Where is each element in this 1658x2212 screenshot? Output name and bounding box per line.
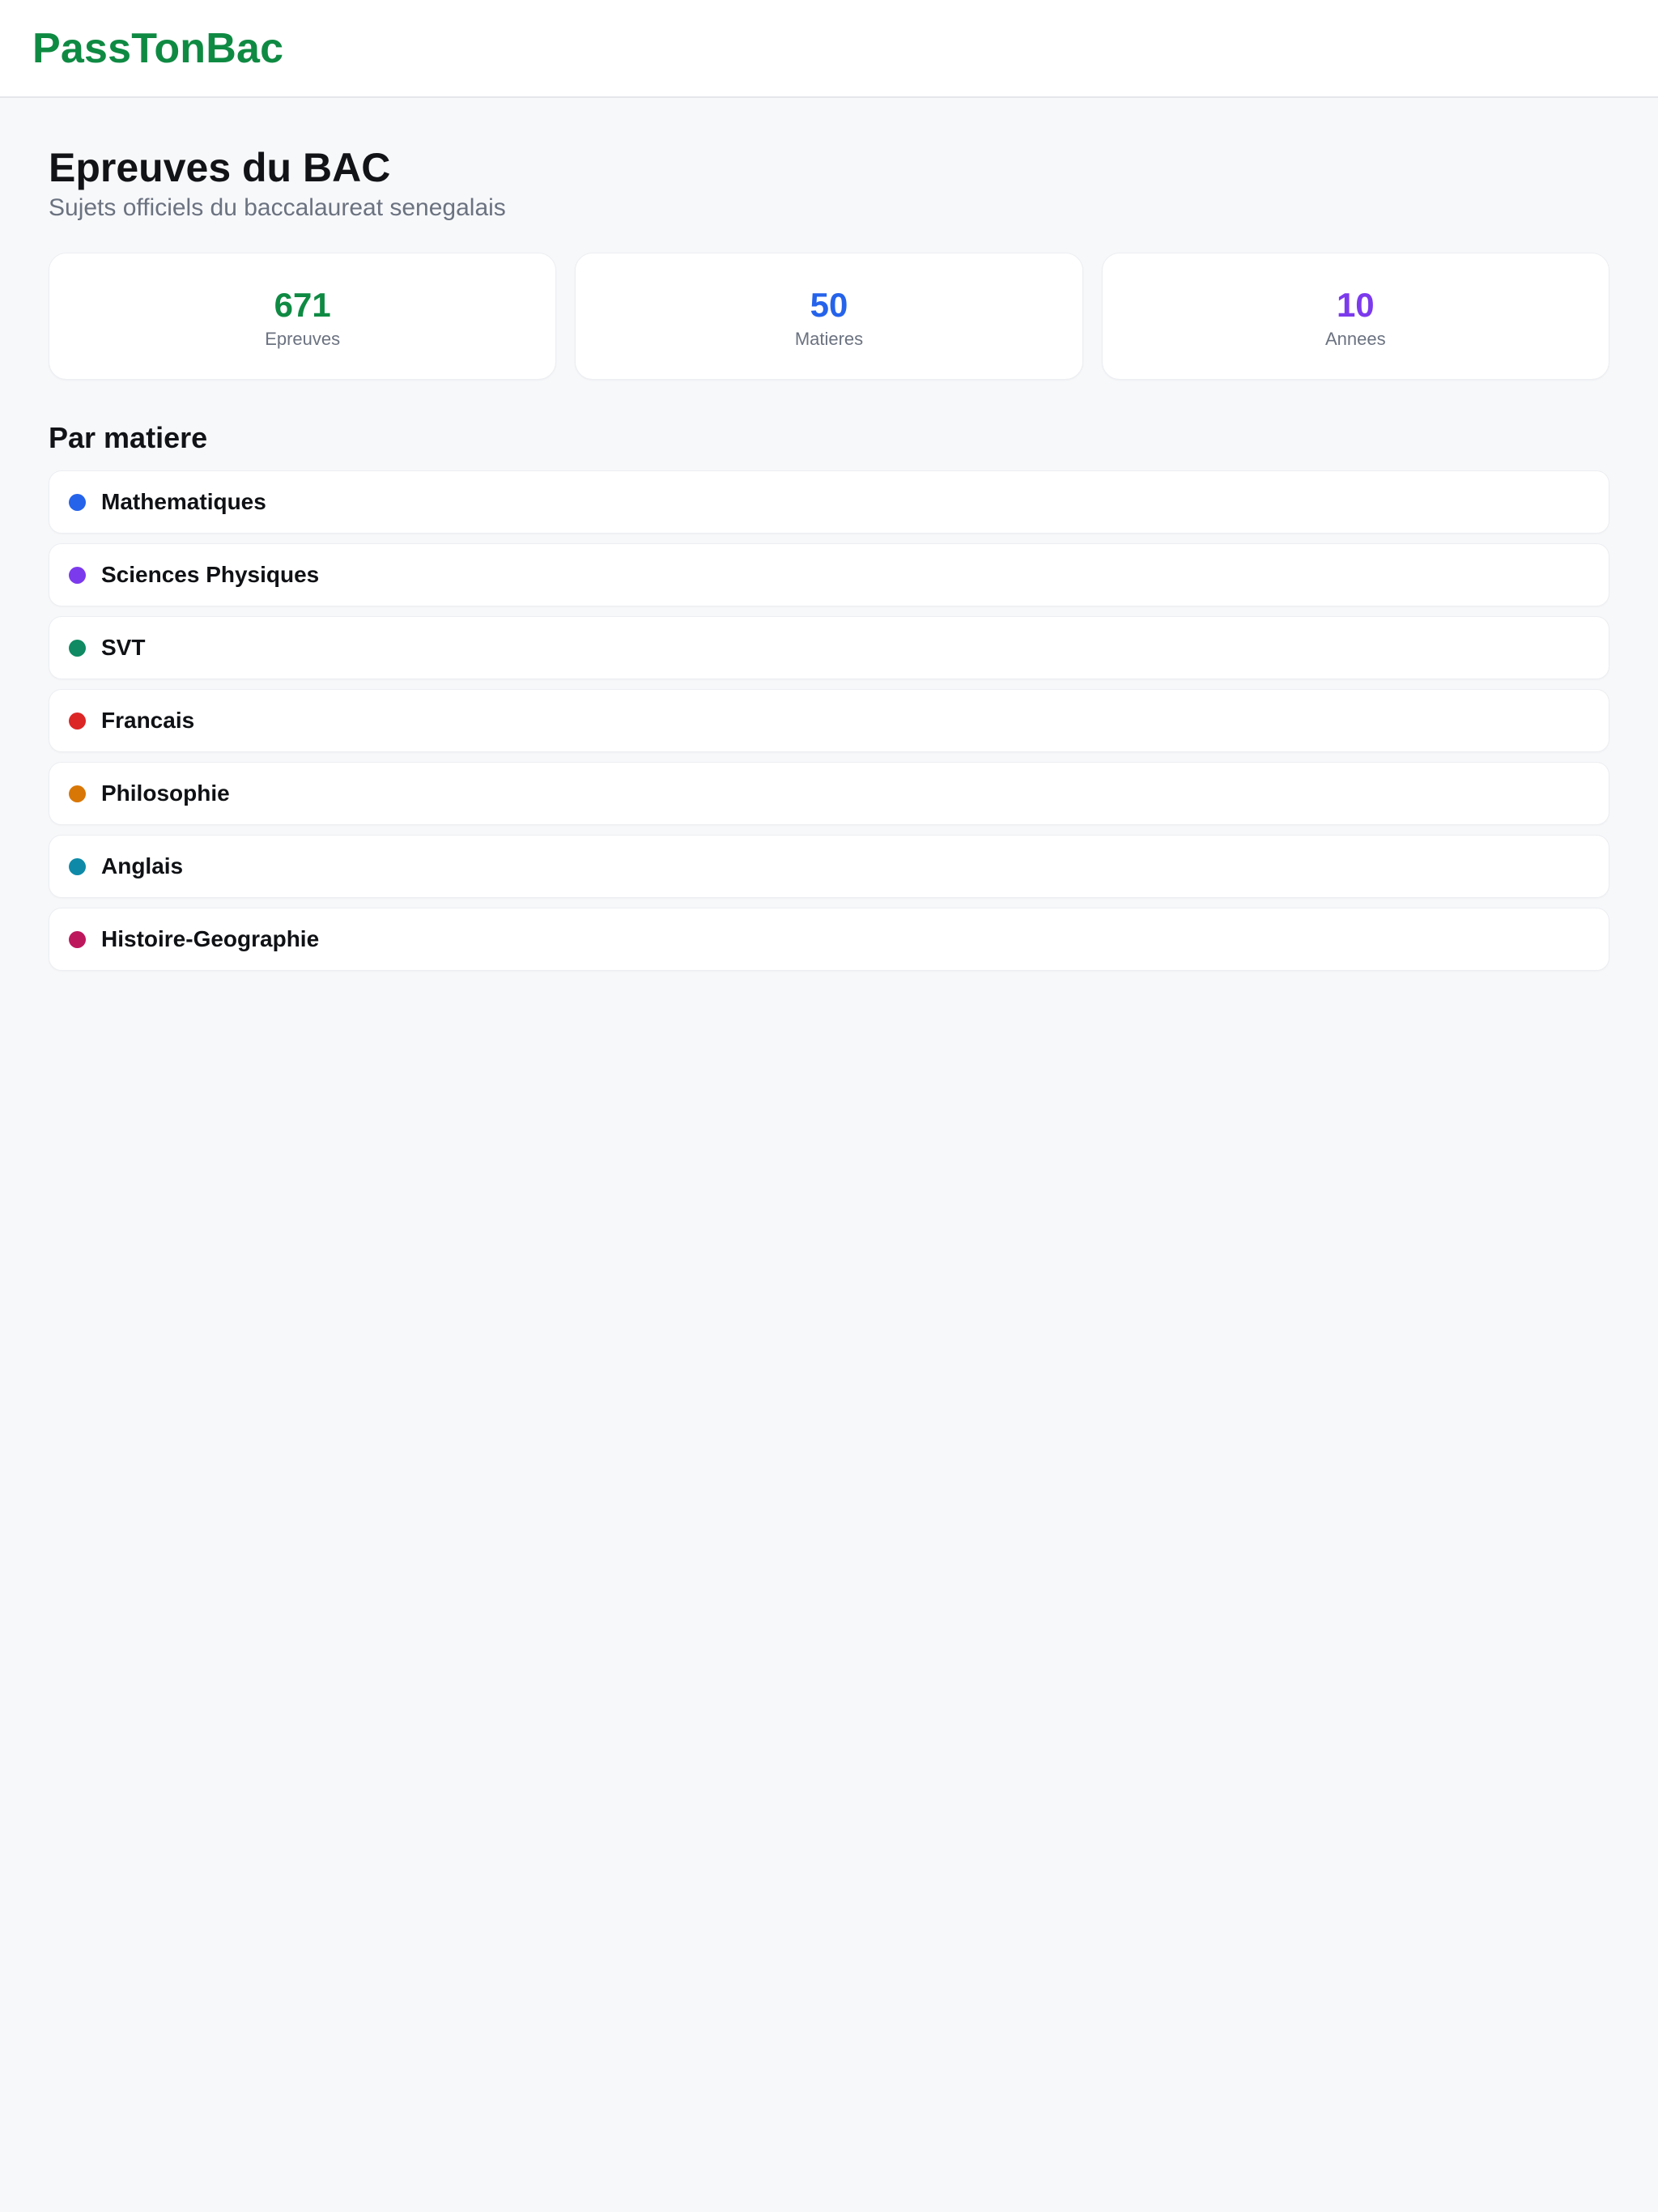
subject-item-philosophie[interactable]: Philosophie — [49, 762, 1609, 825]
stat-card-matieres: 50 Matieres — [575, 253, 1083, 380]
subject-color-dot-icon — [69, 712, 86, 730]
stat-label: Annees — [1325, 328, 1386, 349]
subject-item-svt[interactable]: SVT — [49, 616, 1609, 679]
subject-name: Anglais — [101, 853, 184, 878]
subject-name: Mathematiques — [101, 489, 266, 514]
subject-item-sciences-physiques[interactable]: Sciences Physiques — [49, 543, 1609, 606]
subject-item-mathematiques[interactable]: Mathematiques — [49, 470, 1609, 534]
stat-label: Matieres — [794, 328, 864, 349]
subject-item-anglais[interactable]: Anglais — [49, 835, 1609, 898]
stat-value: 671 — [274, 285, 331, 324]
subject-item-histoire-geographie[interactable]: Histoire-Geographie — [49, 908, 1609, 971]
stat-card-epreuves: 671 Epreuves — [49, 253, 557, 380]
stat-label: Epreuves — [265, 328, 341, 349]
subject-item-francais[interactable]: Francais — [49, 689, 1609, 752]
top-bar: PassTonBac — [0, 0, 1658, 98]
page-subtitle: Sujets officiels du baccalaureat senegal… — [49, 194, 506, 221]
stat-value: 10 — [1336, 285, 1375, 324]
subject-color-dot-icon — [69, 930, 86, 948]
subject-name: Philosophie — [101, 781, 230, 806]
subject-name: Histoire-Geographie — [101, 926, 320, 951]
subject-name: Sciences Physiques — [101, 562, 320, 587]
page-title: Epreuves du BAC — [49, 145, 391, 190]
subject-color-dot-icon — [69, 493, 86, 511]
stat-value: 50 — [810, 285, 848, 324]
subject-name: Francais — [101, 708, 195, 733]
subject-name: SVT — [101, 635, 146, 660]
subject-color-dot-icon — [69, 566, 86, 584]
stats-row: 671 Epreuves 50 Matieres 10 Annees — [49, 253, 1609, 380]
subject-color-dot-icon — [69, 785, 86, 802]
stat-card-annees: 10 Annees — [1101, 253, 1609, 380]
subject-list: Mathematiques Sciences Physiques SVT Fra… — [49, 470, 1609, 971]
section-title-par-matiere: Par matiere — [49, 421, 208, 454]
subject-color-dot-icon — [69, 639, 86, 657]
brand-logo[interactable]: PassTonBac — [32, 23, 283, 74]
subject-color-dot-icon — [69, 857, 86, 875]
